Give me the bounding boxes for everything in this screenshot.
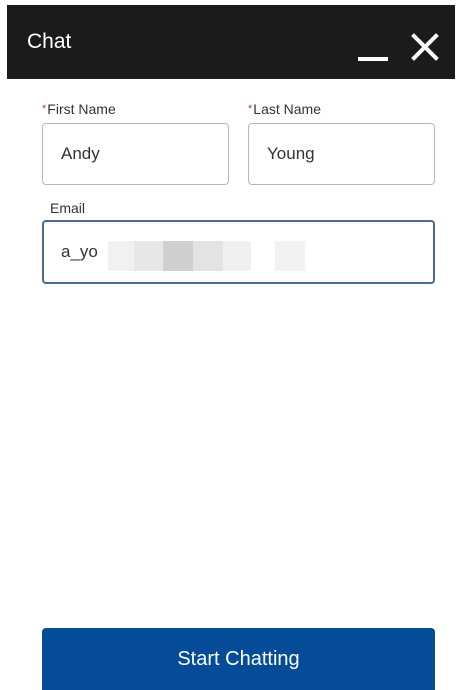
last-name-input[interactable] [248,123,435,185]
last-name-label-text: Last Name [253,101,321,117]
minimize-icon[interactable] [358,57,388,61]
redacted-email-block [134,241,163,271]
start-chatting-button[interactable]: Start Chatting [42,628,435,690]
chat-header: Chat [7,5,455,79]
redacted-email-block [163,241,193,271]
required-marker: * [248,103,253,115]
close-icon[interactable] [411,33,439,61]
redacted-email-block [223,241,251,271]
close-button[interactable] [405,27,445,67]
required-marker: * [42,103,47,115]
first-name-label: *First Name [42,100,116,118]
last-name-label: *Last Name [248,100,321,118]
redacted-email-block [275,241,305,271]
chat-window: Chat *First Name *Last Name Email Start … [7,5,455,690]
first-name-input[interactable] [42,123,229,185]
first-name-label-text: First Name [47,101,116,117]
redacted-email-block [108,241,134,271]
chat-title: Chat [27,30,72,53]
redacted-email-block [193,241,223,271]
minimize-button[interactable] [353,27,393,67]
email-label: Email [50,200,86,216]
